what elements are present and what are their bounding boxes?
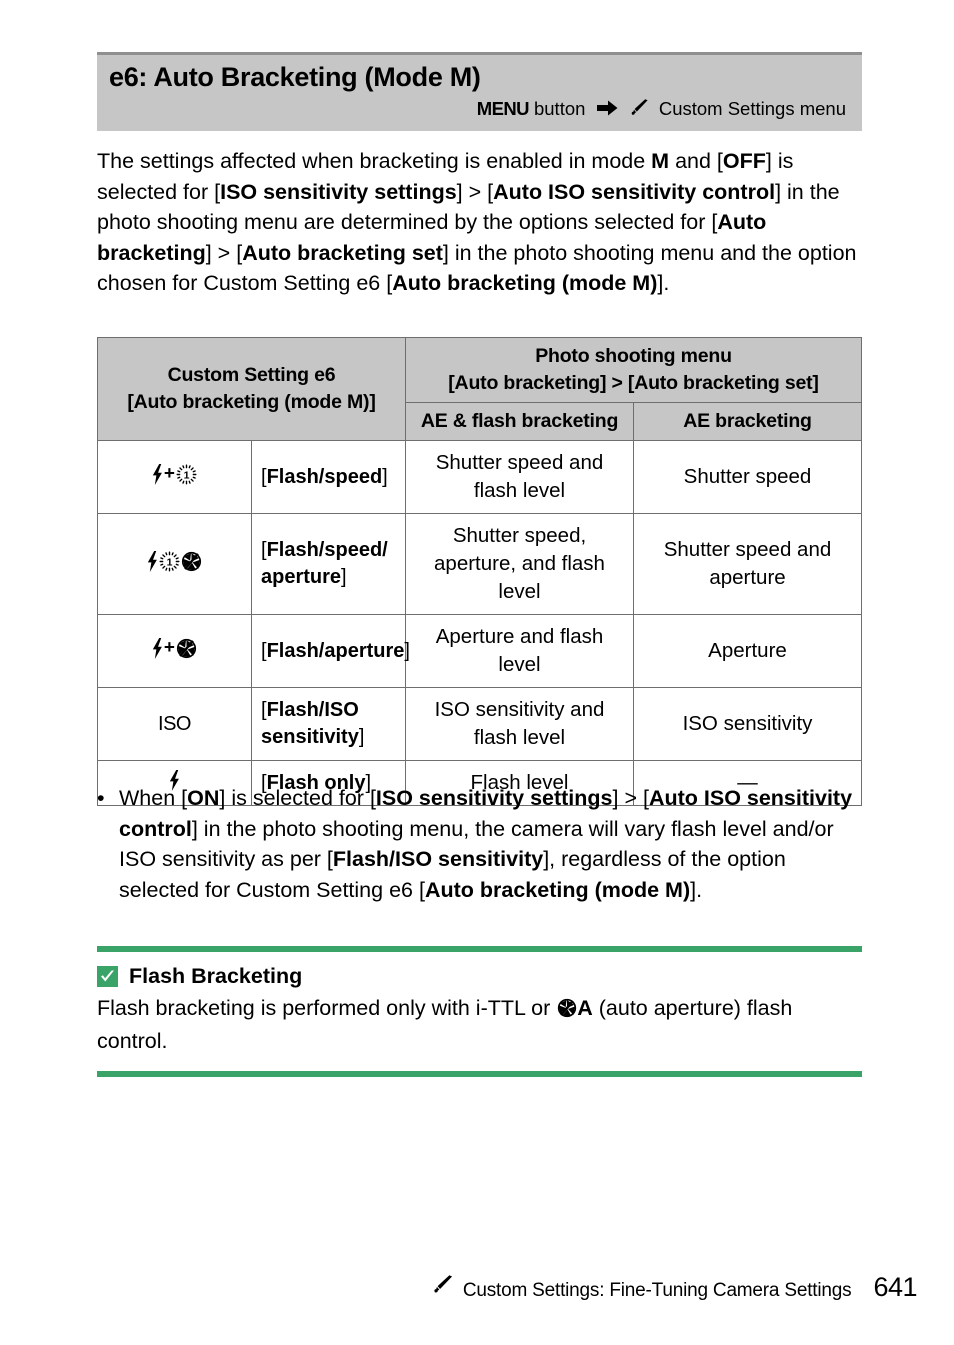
aperture-icon (557, 996, 577, 1027)
bracketing-settings-table: Custom Setting e6 [Auto bracketing (mode… (97, 337, 862, 806)
bullet-note-paragraph: • When [ON] is selected for [ISO sensiti… (97, 783, 865, 905)
page-footer: Custom Settings: Fine-Tuning Camera Sett… (97, 1272, 917, 1303)
note-body-before: Flash bracketing is performed only with … (97, 995, 557, 1020)
menu-path-label: Custom Settings menu (658, 97, 846, 119)
table-cell-option-name: [Flash/speed] (251, 440, 406, 514)
table-cell-ae-flash-bracketing: Aperture and flash level (405, 614, 634, 688)
menu-path-breadcrumb: MENU button Custom Settings menu (109, 98, 850, 122)
header-custom-setting-line2: [Auto bracketing (mode M)] (127, 391, 376, 413)
iso-icon: ISO (97, 687, 252, 761)
section-header: e6: Auto Bracketing (Mode M) MENU button… (97, 52, 862, 132)
header-photo-menu-line1: Photo shooting menu (535, 345, 732, 367)
manual-page: e6: Auto Bracketing (Mode M) MENU button… (0, 0, 954, 1345)
table-row: + [Flash/aperture] Aperture and flash leve… (97, 614, 862, 688)
table-cell-ae-bracketing: Aperture (633, 614, 862, 688)
header-custom-setting-line1: Custom Setting e6 (167, 364, 336, 386)
note-bottom-rule (97, 1070, 862, 1077)
pencil-icon (629, 99, 649, 122)
intro-rich-text: The settings affected when bracketing is… (97, 149, 857, 295)
flash-plus-shutter-speed-icon: +1 (97, 440, 252, 514)
table-cell-ae-flash-bracketing: ISO sensitivity and flash level (405, 687, 634, 761)
flash-plus-aperture-icon: + (97, 614, 252, 688)
footer-section-label: Custom Settings: Fine-Tuning Camera Sett… (462, 1280, 852, 1301)
table-cell-option-name: [Flash/ISO sensitivity] (251, 687, 406, 761)
table-cell-ae-bracketing: Shutter speed and aperture (633, 513, 862, 615)
svg-text:1: 1 (184, 469, 190, 481)
header-photo-menu-line2: [Auto bracketing] > [Auto bracketing set… (448, 372, 819, 394)
table-row: 1 [Flash/speed/ aperture] Shutter speed, a… (97, 513, 862, 615)
table-cell-ae-flash-bracketing: Shutter speed and flash level (405, 440, 634, 514)
checkbox-check-icon (97, 966, 118, 988)
table-body: +1 [Flash/speed] Shutter speed and flash l… (97, 440, 862, 806)
note-body-a: A (577, 995, 593, 1020)
table-cell-ae-bracketing: Shutter speed (633, 440, 862, 514)
note-body: Flash bracketing is performed only with … (97, 993, 862, 1057)
pencil-icon (431, 1275, 454, 1300)
page-number: 641 (873, 1272, 917, 1302)
table-cell-ae-flash-bracketing: Shutter speed, aperture, and flash level (405, 513, 634, 615)
table-row: ISO [Flash/ISO sensitivity] ISO sensitivit… (97, 687, 862, 761)
button-word-text: button (533, 97, 586, 119)
flash-shutter-speed-aperture-icon: 1 (97, 513, 252, 615)
header-ae-flash-bracketing: AE & flash bracketing (405, 402, 634, 441)
note-top-rule (97, 946, 862, 952)
bullet-item: • When [ON] is selected for [ISO sensiti… (97, 783, 865, 905)
intro-paragraph: The settings affected when bracketing is… (97, 146, 865, 299)
table-cell-option-name: [Flash/speed/ aperture] (251, 513, 406, 615)
table-cell-ae-bracketing: ISO sensitivity (633, 687, 862, 761)
note-title: Flash Bracketing (129, 964, 303, 988)
page-title: e6: Auto Bracketing (Mode M) (109, 62, 481, 92)
note-header: Flash Bracketing (97, 964, 862, 990)
table-row: +1 [Flash/speed] Shutter speed and flash l… (97, 440, 862, 514)
svg-text:1: 1 (167, 556, 173, 568)
menu-button-label: MENU (476, 97, 530, 119)
header-ae-bracketing: AE bracketing (633, 402, 862, 441)
table-header-row-1: Custom Setting e6 [Auto bracketing (mode… (97, 337, 862, 441)
table-cell-option-name: [Flash/aperture] (251, 614, 410, 688)
table-head: Custom Setting e6 [Auto bracketing (mode… (97, 337, 862, 441)
header-custom-setting-group: Custom Setting e6 [Auto bracketing (mode… (97, 337, 406, 441)
flash-bracketing-note: Flash Bracketing Flash bracketing is per… (97, 946, 862, 1077)
bullet-text: When [ON] is selected for [ISO sensitivi… (119, 786, 853, 902)
header-photo-menu-group: Photo shooting menu [Auto bracketing] > … (405, 337, 862, 403)
right-arrow-icon (596, 99, 618, 121)
bullet-marker: • (97, 786, 105, 810)
